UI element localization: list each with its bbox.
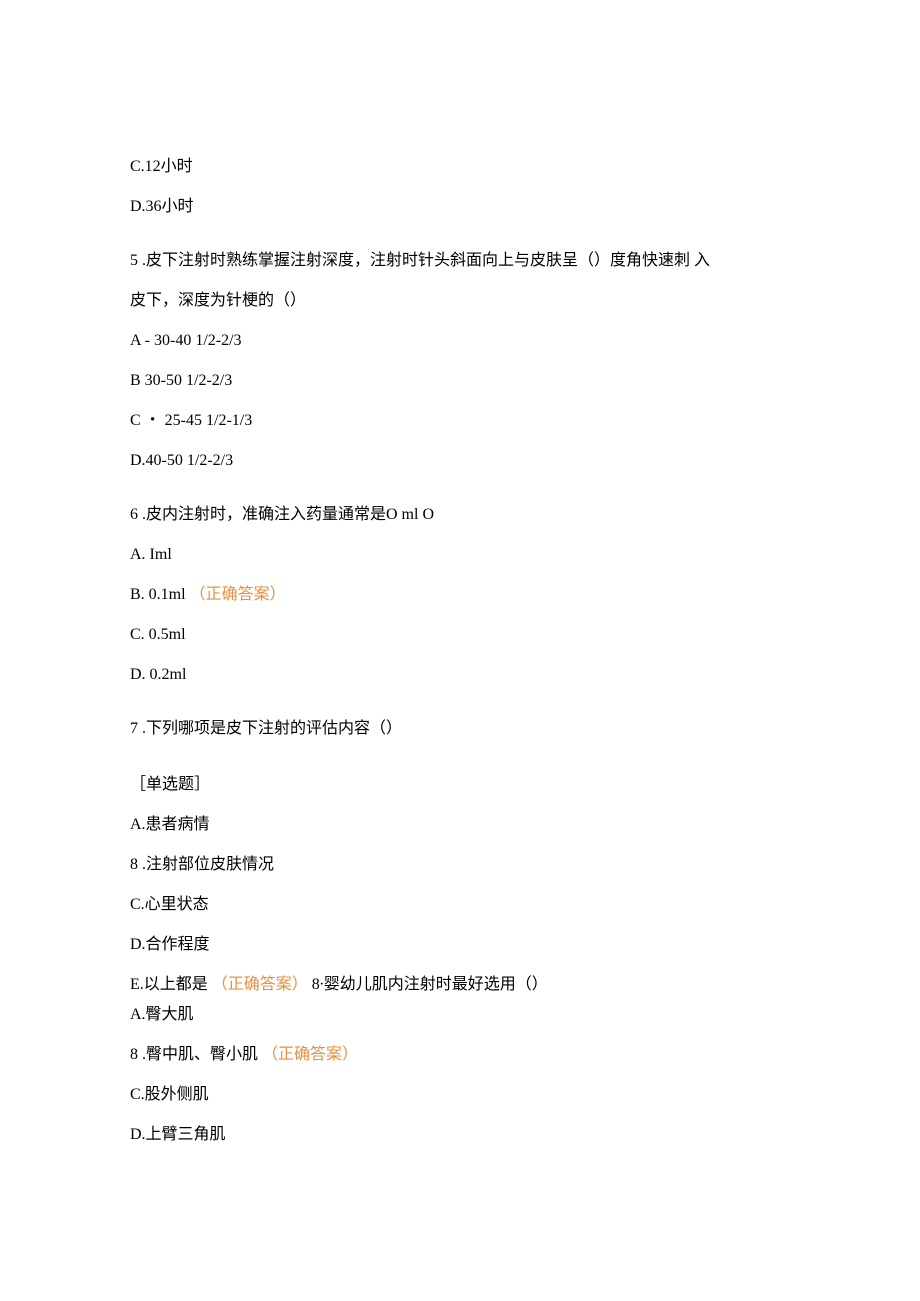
q5-option-a: A - 30-40 1/2-2/3 (130, 329, 790, 353)
q5-option-d: D.40-50 1/2-2/3 (130, 449, 790, 473)
question-5-cont: 皮下，深度为针梗的（） (130, 289, 790, 313)
question-type-label: ［单选题］ (130, 773, 790, 797)
question-7: 7 .下列哪项是皮下注射的评估内容（） (130, 717, 790, 741)
q8-option-c: C.股外侧肌 (130, 1083, 790, 1107)
q8-option-a: A.臀大肌 (130, 1003, 790, 1027)
q6-option-b-text: B. 0.1ml (130, 586, 186, 603)
option-d: D.36小时 (130, 195, 790, 219)
q8-option-b-text: 8 .臀中肌、臀小肌 (130, 1046, 258, 1063)
question-5: 5 .皮下注射时熟练掌握注射深度，注射时针头斜面向上与皮肤呈（）度角快速刺 入 (130, 249, 790, 273)
q7-option-e-text: E.以上都是 (130, 976, 208, 993)
q7-option-e-post: 8∙婴幼儿肌内注射时最好选用（） (312, 976, 548, 993)
q7-option-d: D.合作程度 (130, 933, 790, 957)
q7-option-a: A.患者病情 (130, 813, 790, 837)
q8-option-d: D.上臂三角肌 (130, 1123, 790, 1147)
q5-option-b: B 30-50 1/2-2/3 (130, 369, 790, 393)
q6-option-a: A. Iml (130, 543, 790, 567)
q7-option-c: C.心里状态 (130, 893, 790, 917)
q8-option-b: 8 .臀中肌、臀小肌 （正确答案） (130, 1043, 790, 1067)
q7-option-e: E.以上都是 （正确答案） 8∙婴幼儿肌内注射时最好选用（） (130, 973, 790, 997)
q5-option-c: C ・ 25-45 1/2-1/3 (130, 409, 790, 433)
q6-option-b: B. 0.1ml （正确答案） (130, 583, 790, 607)
correct-answer-marker: （正确答案） (262, 1046, 358, 1063)
question-6: 6 .皮内注射时，准确注入药量通常是O ml O (130, 503, 790, 527)
q6-option-c: C. 0.5ml (130, 623, 790, 647)
correct-answer-marker: （正确答案） (190, 586, 286, 603)
correct-answer-marker: （正确答案） (212, 976, 308, 993)
q6-option-d: D. 0.2ml (130, 663, 790, 687)
q7-option-8: 8 .注射部位皮肤情况 (130, 853, 790, 877)
option-c: C.12小时 (130, 155, 790, 179)
